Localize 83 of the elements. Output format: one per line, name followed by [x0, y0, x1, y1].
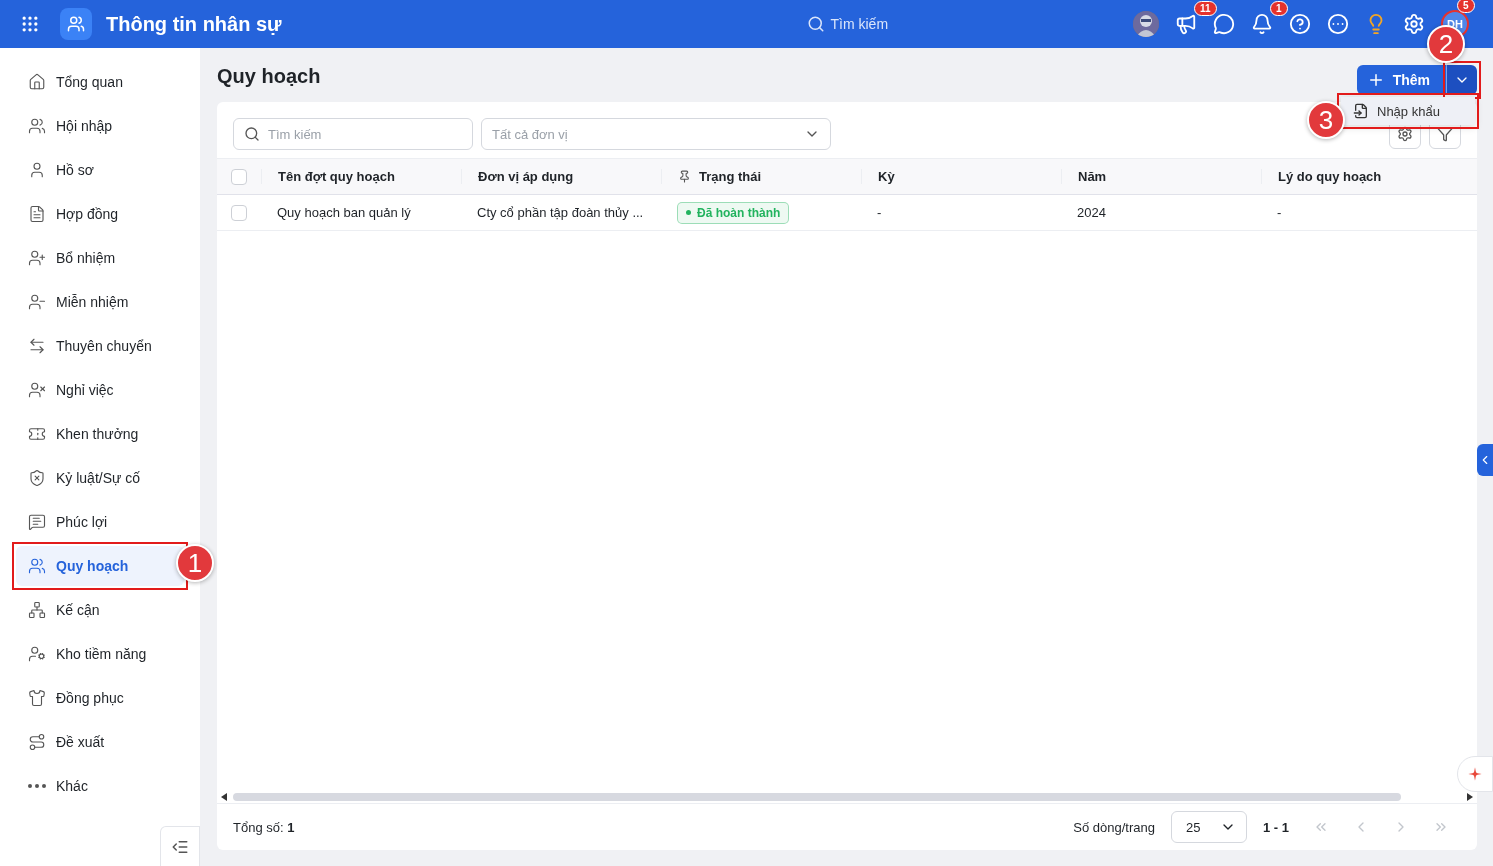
- app-title: Thông tin nhân sự: [106, 12, 282, 36]
- sidebar-item[interactable]: Tổng quan: [16, 62, 184, 102]
- collapse-sidebar-button[interactable]: [160, 826, 200, 866]
- sidebar-item[interactable]: Kho tiềm năng: [16, 634, 184, 674]
- count-badge: 1: [1270, 1, 1288, 16]
- total-label: Tổng số:: [233, 819, 285, 835]
- table-cell-text: Cty cổ phần tập đoàn thủy ...: [476, 205, 645, 220]
- route-icon: [28, 733, 46, 751]
- page-title: Quy hoạch: [217, 64, 321, 88]
- more-icon[interactable]: [1327, 13, 1349, 35]
- global-search[interactable]: Tìm kiếm: [526, 15, 889, 33]
- shield-icon: [28, 469, 46, 487]
- sidebar-item[interactable]: Kỷ luật/Sự cố: [16, 458, 184, 498]
- sidebar-item[interactable]: Khen thưởng: [16, 414, 184, 454]
- import-menu-item[interactable]: Nhập khẩu: [1341, 97, 1475, 125]
- sidebar-item[interactable]: Đồng phục: [16, 678, 184, 718]
- select-all-checkbox[interactable]: [231, 168, 247, 185]
- user-icon: [28, 161, 46, 179]
- sidebar-item[interactable]: Miễn nhiệm: [16, 282, 184, 322]
- megaphone-icon[interactable]: [1175, 13, 1197, 35]
- chat-icon[interactable]: [1213, 13, 1235, 35]
- column-header: Năm: [1061, 169, 1261, 184]
- sidebar-item[interactable]: Hợp đồng: [16, 194, 184, 234]
- sidebar-item[interactable]: Nghỉ việc: [16, 370, 184, 410]
- rows-per-page-label: Số dòng/trang: [1073, 819, 1155, 835]
- user-plus-icon: [28, 249, 46, 267]
- apps-grid-icon[interactable]: [20, 14, 40, 34]
- column-header: Tên đợt quy hoạch: [261, 169, 461, 184]
- people-icon: [28, 117, 46, 135]
- row-checkbox[interactable]: [231, 204, 247, 221]
- table-cell-text: 2024: [1076, 205, 1107, 220]
- column-header: Kỳ: [861, 169, 1061, 184]
- sidebar-item[interactable]: Phúc lợi: [16, 502, 184, 542]
- help-icon[interactable]: [1289, 13, 1311, 35]
- swap-arrows-icon: [28, 337, 46, 355]
- sparkle-icon: [1466, 765, 1484, 783]
- user-x-icon: [28, 381, 46, 399]
- sidebar-item[interactable]: Hội nhập: [16, 106, 184, 146]
- scroll-right-icon[interactable]: [1467, 792, 1473, 801]
- user-minus-icon: [28, 293, 46, 311]
- column-header: Đơn vị áp dụng: [461, 169, 661, 184]
- table-cell-text: -: [1276, 205, 1283, 220]
- filter-icon: [1437, 126, 1453, 142]
- sidebar-item[interactable]: Khác: [16, 766, 184, 806]
- rows-per-page-select[interactable]: 25: [1171, 811, 1247, 843]
- table-cell-text: Quy hoạch ban quản lý: [276, 205, 412, 220]
- user-gear-icon: [28, 645, 46, 663]
- page-range: 1 - 1: [1263, 819, 1289, 835]
- pin-icon[interactable]: [678, 170, 691, 183]
- status-tag: Đã hoàn thành: [677, 201, 790, 224]
- add-button[interactable]: Thêm: [1356, 65, 1447, 95]
- search-icon: [806, 15, 825, 33]
- more-icon: [28, 784, 46, 788]
- dropdown-button[interactable]: [1447, 65, 1477, 95]
- app-logo: [60, 8, 92, 40]
- house-icon: [28, 73, 46, 91]
- count-badge: 5: [1457, 0, 1475, 13]
- sidebar-item[interactable]: Bổ nhiệm: [16, 238, 184, 278]
- count-badge: 11: [1194, 1, 1217, 16]
- shirt-icon: [28, 689, 46, 707]
- sidebar-item[interactable]: Hồ sơ: [16, 150, 184, 190]
- file-import-icon: [1353, 103, 1369, 119]
- total-count: 1: [287, 819, 295, 835]
- scroll-left-icon[interactable]: [221, 792, 227, 801]
- ticket-icon: [28, 425, 46, 443]
- column-header: Lý do quy hoạch: [1261, 169, 1428, 184]
- sidebar-item[interactable]: Quy hoạch: [16, 546, 184, 586]
- step-number: 1: [176, 544, 214, 582]
- table-cell-text: -: [876, 205, 883, 220]
- message-icon: [28, 513, 46, 531]
- settings-icon[interactable]: [1403, 13, 1425, 35]
- sidebar-item[interactable]: Kế cận: [16, 590, 184, 630]
- column-header: Trạng thái: [661, 169, 861, 184]
- settings-icon: [1397, 126, 1413, 142]
- sidebar-item[interactable]: Thuyên chuyển: [16, 326, 184, 366]
- bell-icon[interactable]: [1251, 13, 1273, 35]
- side-panel-toggle[interactable]: [1477, 444, 1493, 476]
- hierarchy-icon: [28, 601, 46, 619]
- sidebar-item[interactable]: Đề xuất: [16, 722, 184, 762]
- horizontal-scrollbar[interactable]: [217, 790, 1477, 804]
- search-icon: [244, 126, 260, 142]
- document-icon: [28, 205, 46, 223]
- people-icon: [28, 557, 46, 575]
